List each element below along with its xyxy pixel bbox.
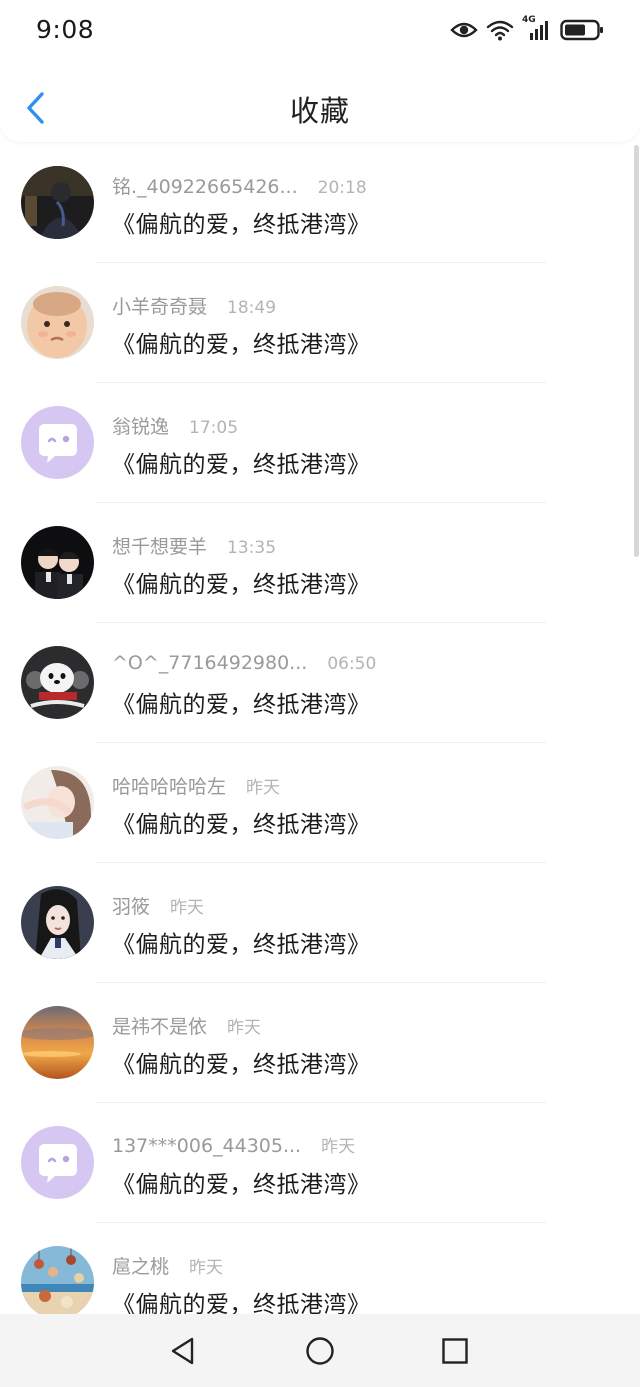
item-time: 06:50 bbox=[327, 654, 377, 674]
system-home-button[interactable] bbox=[303, 1334, 337, 1368]
avatar[interactable] bbox=[21, 526, 94, 599]
item-content: 《偏航的爱，终抵港湾》 bbox=[112, 1172, 371, 1198]
item-content: 《偏航的爱，终抵港湾》 bbox=[112, 1292, 371, 1314]
recents-square-icon bbox=[442, 1338, 468, 1364]
list-item[interactable]: 铭._40922665426... 20:18 《偏航的爱，终抵港湾》 bbox=[0, 144, 640, 264]
scrollbar[interactable] bbox=[634, 145, 639, 557]
status-bar: 9:08 4G bbox=[0, 0, 640, 62]
user-name: 翁锐逸 bbox=[112, 416, 170, 438]
favorites-list[interactable]: 铭._40922665426... 20:18 《偏航的爱，终抵港湾》 小羊奇奇… bbox=[0, 144, 640, 1314]
avatar[interactable] bbox=[21, 1126, 94, 1199]
user-name: 想千想要羊 bbox=[112, 536, 208, 558]
item-meta: 扈之桃 昨天 bbox=[112, 1252, 223, 1279]
item-time: 昨天 bbox=[246, 778, 281, 798]
item-meta: ^O^_7716492980... 06:50 bbox=[112, 652, 376, 674]
network-type-label: 4G bbox=[522, 15, 536, 25]
user-name: 小羊奇奇聂 bbox=[112, 296, 208, 318]
status-time: 9:08 bbox=[36, 15, 95, 44]
divider bbox=[96, 262, 546, 263]
system-navigation-bar bbox=[0, 1314, 640, 1387]
divider bbox=[96, 742, 546, 743]
item-content: 《偏航的爱，终抵港湾》 bbox=[112, 812, 371, 838]
item-content: 《偏航的爱，终抵港湾》 bbox=[112, 452, 371, 478]
divider bbox=[96, 982, 546, 983]
user-name: 铭._40922665426... bbox=[112, 176, 298, 198]
chat-bubble-icon bbox=[21, 406, 94, 479]
list-item[interactable]: 扈之桃 昨天 《偏航的爱，终抵港湾》 bbox=[0, 1224, 640, 1314]
item-meta: 翁锐逸 17:05 bbox=[112, 412, 238, 439]
avatar[interactable] bbox=[21, 286, 94, 359]
system-back-button[interactable] bbox=[166, 1334, 200, 1368]
item-time: 昨天 bbox=[227, 1018, 262, 1038]
avatar[interactable] bbox=[21, 1006, 94, 1079]
list-item[interactable]: 翁锐逸 17:05 《偏航的爱，终抵港湾》 bbox=[0, 384, 640, 504]
header: 9:08 4G 收藏 bbox=[0, 0, 640, 142]
item-time: 17:05 bbox=[189, 418, 239, 438]
divider bbox=[96, 622, 546, 623]
item-time: 20:18 bbox=[317, 178, 367, 198]
home-circle-icon bbox=[306, 1337, 334, 1365]
item-time: 昨天 bbox=[170, 898, 205, 918]
item-meta: 铭._40922665426... 20:18 bbox=[112, 172, 367, 199]
item-meta: 是祎不是依 昨天 bbox=[112, 1012, 261, 1039]
list-item[interactable]: ^O^_7716492980... 06:50 《偏航的爱，终抵港湾》 bbox=[0, 624, 640, 744]
divider bbox=[96, 1102, 546, 1103]
item-content: 《偏航的爱，终抵港湾》 bbox=[112, 332, 371, 358]
item-meta: 137***006_44305... 昨天 bbox=[112, 1132, 355, 1157]
divider bbox=[96, 502, 546, 503]
item-time: 18:49 bbox=[227, 298, 277, 318]
user-name: 137***006_44305... bbox=[112, 1135, 302, 1157]
item-meta: 羽筱 昨天 bbox=[112, 892, 204, 919]
avatar[interactable] bbox=[21, 406, 94, 479]
wifi-icon bbox=[486, 19, 514, 41]
item-content: 《偏航的爱，终抵港湾》 bbox=[112, 932, 371, 958]
item-content: 《偏航的爱，终抵港湾》 bbox=[112, 212, 371, 238]
item-content: 《偏航的爱，终抵港湾》 bbox=[112, 572, 371, 598]
list-item[interactable]: 想千想要羊 13:35 《偏航的爱，终抵港湾》 bbox=[0, 504, 640, 624]
user-name: 羽筱 bbox=[112, 896, 151, 918]
item-meta: 哈哈哈哈哈左 昨天 bbox=[112, 772, 280, 799]
item-meta: 想千想要羊 13:35 bbox=[112, 532, 276, 559]
user-name: 是祎不是依 bbox=[112, 1016, 208, 1038]
chat-bubble-icon bbox=[21, 1126, 94, 1199]
avatar[interactable] bbox=[21, 1246, 94, 1314]
list-item[interactable]: 小羊奇奇聂 18:49 《偏航的爱，终抵港湾》 bbox=[0, 264, 640, 384]
divider bbox=[96, 1222, 546, 1223]
divider bbox=[96, 862, 546, 863]
list-item[interactable]: 137***006_44305... 昨天 《偏航的爱，终抵港湾》 bbox=[0, 1104, 640, 1224]
status-icons: 4G bbox=[450, 15, 604, 44]
avatar[interactable] bbox=[21, 646, 94, 719]
system-recents-button[interactable] bbox=[438, 1334, 472, 1368]
item-content: 《偏航的爱，终抵港湾》 bbox=[112, 692, 371, 718]
item-content: 《偏航的爱，终抵港湾》 bbox=[112, 1052, 371, 1078]
list-item[interactable]: 哈哈哈哈哈左 昨天 《偏航的爱，终抵港湾》 bbox=[0, 744, 640, 864]
avatar[interactable] bbox=[21, 166, 94, 239]
user-name: 扈之桃 bbox=[112, 1256, 170, 1278]
nav-bar: 收藏 bbox=[0, 72, 640, 142]
item-time: 昨天 bbox=[189, 1258, 224, 1278]
back-triangle-icon bbox=[171, 1337, 194, 1365]
user-name: 哈哈哈哈哈左 bbox=[112, 776, 227, 798]
item-time: 13:35 bbox=[227, 538, 277, 558]
eye-icon bbox=[450, 20, 478, 40]
item-time: 昨天 bbox=[321, 1137, 356, 1157]
battery-icon bbox=[560, 19, 604, 41]
avatar[interactable] bbox=[21, 886, 94, 959]
avatar[interactable] bbox=[21, 766, 94, 839]
cellular-signal-icon: 4G bbox=[522, 15, 552, 42]
list-item[interactable]: 是祎不是依 昨天 《偏航的爱，终抵港湾》 bbox=[0, 984, 640, 1104]
list-item[interactable]: 羽筱 昨天 《偏航的爱，终抵港湾》 bbox=[0, 864, 640, 984]
user-name: ^O^_7716492980... bbox=[112, 652, 308, 674]
divider bbox=[96, 382, 546, 383]
page-title: 收藏 bbox=[289, 94, 350, 128]
favorites-screen: 9:08 4G 收藏 铭._40922665426... 20:18 《偏航的爱… bbox=[0, 0, 640, 1387]
item-meta: 小羊奇奇聂 18:49 bbox=[112, 292, 276, 319]
